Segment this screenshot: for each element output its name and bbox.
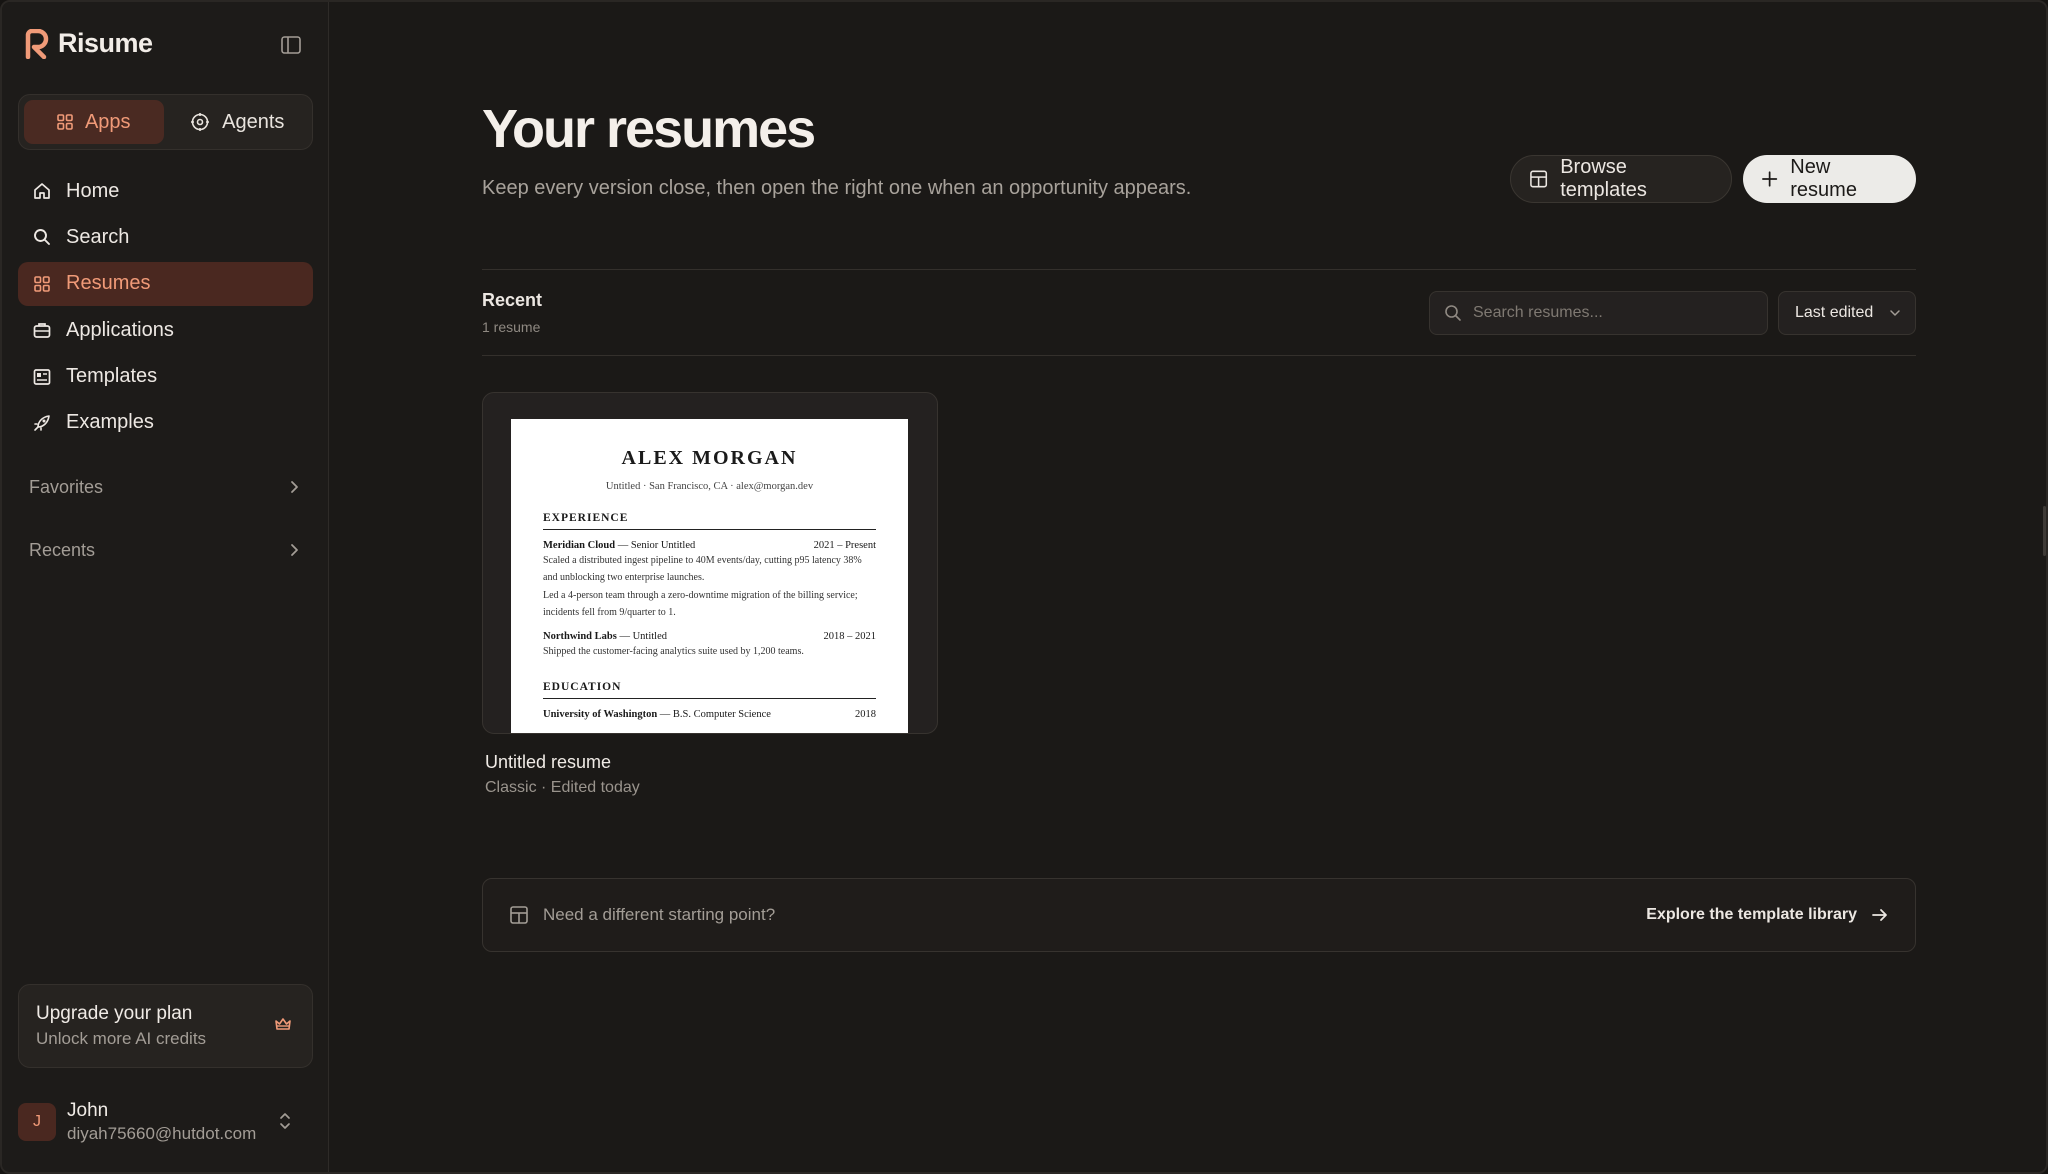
preview-text: Scaled a distributed ingest pipeline to … [543, 555, 862, 583]
preview-name: ALEX MORGAN [621, 447, 798, 469]
favorites-section-toggle[interactable]: Favorites [18, 467, 313, 507]
sidebar-item-applications[interactable]: Applications [18, 308, 313, 352]
new-resume-label: New resume [1790, 156, 1857, 201]
browse-templates-label: Browse templates [1560, 156, 1647, 201]
preview-dates: 2021 – Present [813, 540, 876, 551]
preview-school: University of Washington [543, 708, 658, 720]
sidebar: Risume Apps Agents Home Search Resumes A… [2, 2, 329, 1172]
browse-templates-button[interactable]: Browse templates [1510, 155, 1732, 203]
search-icon [1445, 305, 1461, 321]
search-input[interactable] [1473, 304, 1743, 322]
preview-role: — Untitled [616, 631, 667, 642]
upgrade-subtitle: Unlock more AI credits [36, 1029, 207, 1048]
sidebar-item-label: Home [66, 179, 120, 202]
resume-meta: Classic · Edited today [485, 779, 640, 796]
cta-link-label: Explore the template library [1646, 906, 1857, 923]
chevron-right-icon [291, 481, 298, 493]
preview-edu-row: University of Washington — B.S. Computer… [543, 709, 876, 720]
chevron-up-down-icon [279, 1112, 291, 1135]
layout-icon [1530, 170, 1548, 188]
favorites-label: Favorites [29, 476, 104, 497]
avatar: J [18, 1103, 56, 1141]
preview-job-row: Meridian Cloud — Senior Untitled 2021 – … [543, 540, 876, 551]
arrow-right-icon [1872, 909, 1887, 921]
risume-logo-icon [24, 28, 50, 59]
template-icon [32, 367, 52, 387]
tab-agents[interactable]: Agents [168, 100, 308, 144]
search-resumes-field [1429, 291, 1768, 335]
sidebar-item-resumes[interactable]: Resumes [18, 261, 313, 306]
preview-year: 2018 [855, 708, 876, 720]
explore-template-library-link[interactable]: Explore the template library [1646, 906, 1889, 924]
apps-grid-icon [57, 114, 73, 130]
sidebar-toggle-button[interactable] [278, 32, 304, 58]
preview-section-heading: EDUCATION [543, 681, 876, 699]
sidebar-item-label: Search [66, 225, 130, 248]
upgrade-plan-card[interactable]: Upgrade your plan Unlock more AI credits [18, 984, 313, 1068]
preview-text: Led a 4-person team through a zero-downt… [543, 590, 858, 618]
search-icon [32, 227, 52, 247]
tab-agents-label: Agents [222, 110, 285, 133]
sidebar-item-templates[interactable]: Templates [18, 355, 313, 399]
sort-value: Last edited [1795, 304, 1874, 321]
briefcase-icon [32, 320, 52, 340]
preview-contact: Untitled · San Francisco, CA · alex@morg… [605, 481, 814, 492]
tab-apps-label: Apps [84, 110, 131, 133]
divider [482, 269, 1916, 270]
resume-count: 1 resume [482, 319, 541, 335]
sidebar-item-label: Templates [66, 365, 158, 388]
sidebar-item-label: Examples [66, 411, 154, 434]
sidebar-item-examples[interactable]: Examples [18, 401, 313, 445]
resume-card[interactable]: ALEX MORGAN Untitled · San Francisco, CA… [482, 392, 938, 734]
resume-title[interactable]: Untitled resume [485, 752, 611, 773]
preview-text: Shipped the customer-facing analytics su… [543, 646, 804, 657]
tab-apps[interactable]: Apps [24, 100, 164, 144]
home-icon [32, 181, 52, 201]
sidebar-nav: Home Search Resumes Applications Templat… [18, 169, 313, 447]
recent-heading: Recent [482, 290, 543, 310]
page-title: Your resumes [482, 99, 816, 159]
preview-section-heading: EXPERIENCE [543, 512, 876, 530]
user-menu[interactable]: J John diyah75660@hutdot.com [18, 1100, 313, 1144]
sidebar-item-label: Resumes [66, 272, 151, 295]
agents-icon [191, 113, 210, 131]
sidebar-toggle-icon [281, 36, 301, 54]
app-window: Risume Apps Agents Home Search Resumes A… [0, 0, 2048, 1174]
upgrade-title: Upgrade your plan [36, 1003, 193, 1024]
brand[interactable]: Risume [24, 28, 153, 59]
preview-dates: 2018 – 2021 [823, 631, 877, 642]
sort-select[interactable]: Last edited [1778, 291, 1916, 335]
layout-icon [510, 906, 528, 924]
preview-company: Northwind Labs [543, 631, 617, 642]
apps-agents-switcher: Apps Agents [18, 94, 313, 150]
user-name: John [67, 1100, 109, 1121]
user-email: diyah75660@hutdot.com [67, 1124, 257, 1143]
plus-icon [1762, 171, 1778, 187]
app-name: Risume [58, 28, 153, 58]
scrollbar-thumb[interactable] [2043, 506, 2046, 556]
new-resume-button[interactable]: New resume [1743, 155, 1916, 203]
sidebar-item-home[interactable]: Home [18, 169, 313, 213]
divider [482, 355, 1916, 356]
sidebar-item-label: Applications [66, 318, 174, 341]
preview-job-row: Northwind Labs — Untitled 2018 – 2021 [543, 631, 876, 642]
grid-icon [32, 274, 52, 294]
template-library-banner: Need a different starting point? Explore… [482, 878, 1916, 952]
preview-company: Meridian Cloud [543, 540, 616, 551]
chevron-down-icon [1890, 310, 1900, 316]
recents-section-toggle[interactable]: Recents [18, 530, 313, 570]
main-content: Your resumes Keep every version close, t… [330, 2, 2046, 1172]
sidebar-item-search[interactable]: Search [18, 215, 313, 259]
crown-icon [274, 1016, 292, 1037]
rocket-icon [32, 413, 52, 433]
page-subtitle: Keep every version close, then open the … [482, 177, 1192, 199]
preview-role: — Senior Untitled [615, 540, 696, 551]
recents-label: Recents [29, 539, 96, 560]
chevron-right-icon [291, 544, 298, 556]
cta-text: Need a different starting point? [543, 905, 776, 924]
resume-preview: ALEX MORGAN Untitled · San Francisco, CA… [511, 419, 908, 733]
preview-degree: — B.S. Computer Science [657, 708, 771, 720]
